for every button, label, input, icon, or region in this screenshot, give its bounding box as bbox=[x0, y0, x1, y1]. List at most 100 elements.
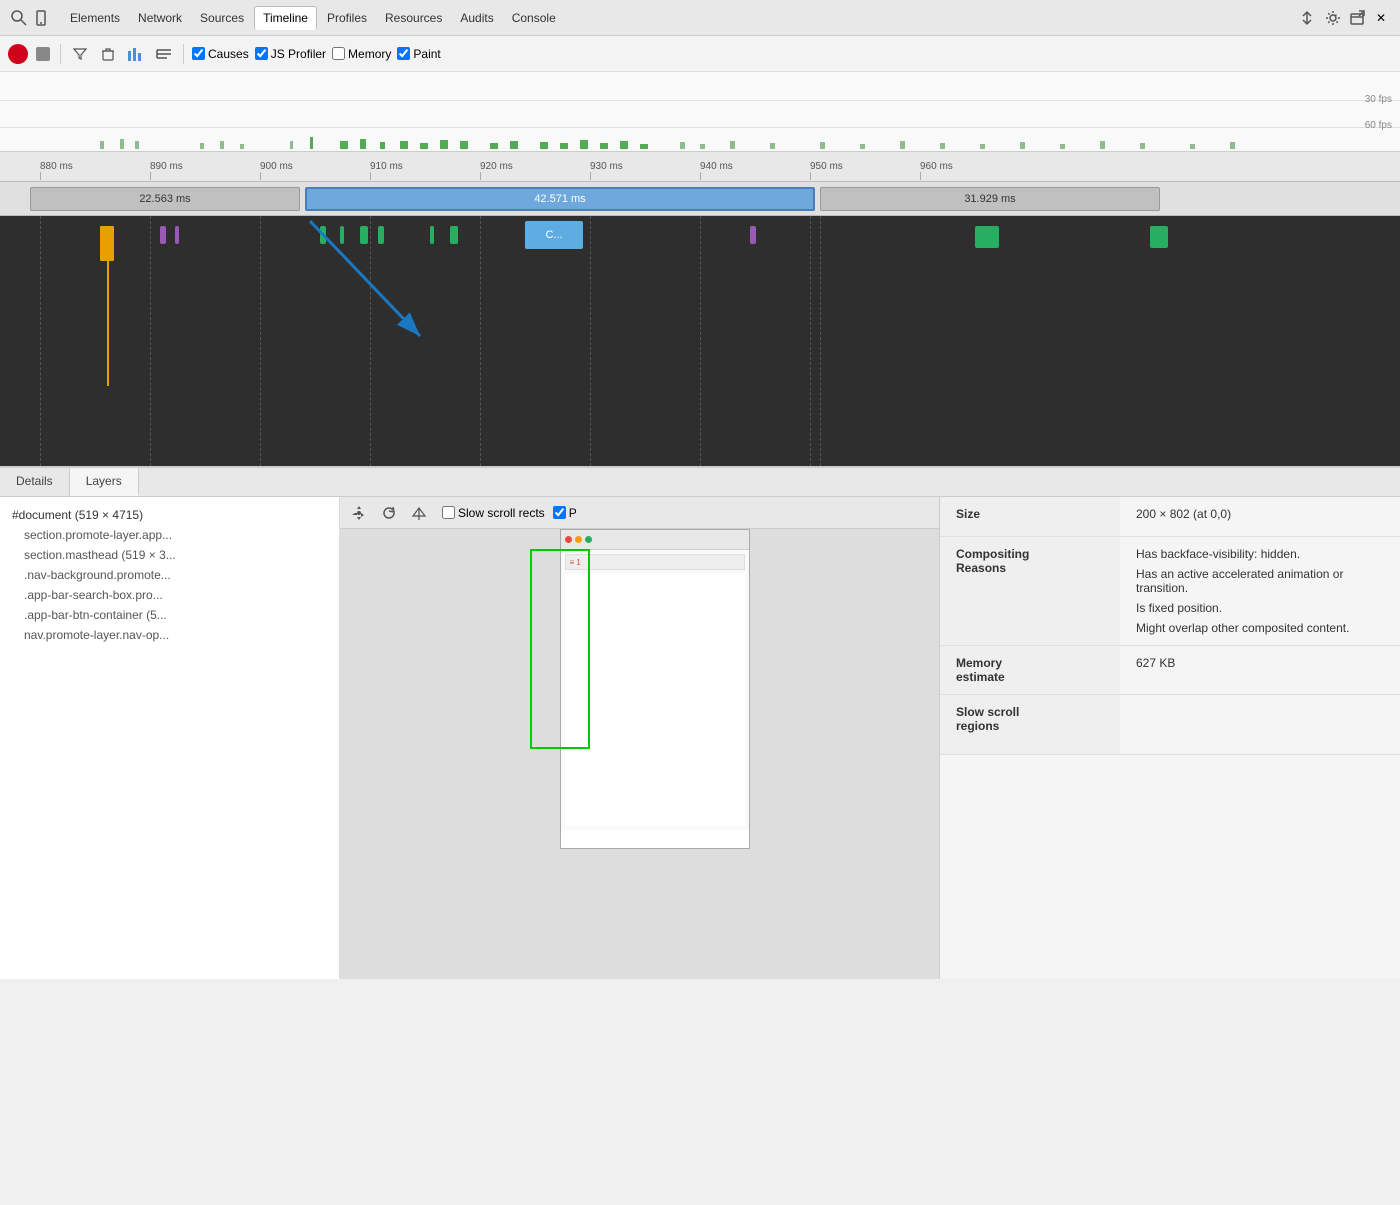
flame-green-3[interactable] bbox=[360, 226, 368, 244]
frame-bar-3[interactable]: 31.929 ms bbox=[820, 187, 1160, 211]
fps-bar bbox=[980, 144, 985, 149]
panel-tabs: Details Layers bbox=[0, 468, 1400, 497]
menu-network[interactable]: Network bbox=[130, 7, 190, 29]
3d-icon[interactable] bbox=[408, 502, 430, 524]
tree-item-document[interactable]: #document (519 × 4715) bbox=[0, 505, 339, 525]
compositing-reason-3: Is fixed position. bbox=[1136, 601, 1384, 615]
fps-bar bbox=[360, 139, 366, 149]
fps-bar bbox=[730, 141, 735, 149]
fps-bar bbox=[540, 142, 548, 149]
causes-checkbox[interactable]: Causes bbox=[192, 47, 249, 61]
fps-bar bbox=[120, 139, 124, 149]
settings-icon[interactable] bbox=[1324, 9, 1342, 27]
js-profiler-checkbox[interactable]: JS Profiler bbox=[255, 47, 326, 61]
info-slow-scroll-label: Slow scroll regions bbox=[940, 695, 1120, 754]
layers-panel: #document (519 × 4715) section.promote-l… bbox=[0, 497, 1400, 979]
tree-item-1[interactable]: section.promote-layer.app... bbox=[0, 525, 339, 545]
flame-purple-3[interactable] bbox=[750, 226, 756, 244]
toolbar-separator bbox=[60, 44, 61, 64]
causes-input[interactable] bbox=[192, 47, 205, 60]
slow-scroll-checkbox[interactable]: Slow scroll rects bbox=[442, 506, 545, 520]
tree-item-3[interactable]: .nav-background.promote... bbox=[0, 565, 339, 585]
p-input[interactable] bbox=[553, 506, 566, 519]
fps-bar bbox=[1060, 144, 1065, 149]
expand-icon[interactable] bbox=[1300, 9, 1318, 27]
info-memory-label: Memory estimate bbox=[940, 646, 1120, 694]
flame-composite[interactable]: C... bbox=[525, 221, 583, 249]
frame-bar-2[interactable]: 42.571 ms bbox=[305, 187, 815, 211]
tick bbox=[590, 172, 591, 180]
info-size-label: Size bbox=[940, 497, 1120, 536]
flame-purple-1[interactable] bbox=[160, 226, 166, 244]
flame-green-2[interactable] bbox=[340, 226, 344, 244]
flame-green-4[interactable] bbox=[378, 226, 384, 244]
tree-item-5[interactable]: .app-bar-btn-container (5... bbox=[0, 605, 339, 625]
menu-resources[interactable]: Resources bbox=[377, 7, 450, 29]
flame-chart: C... bbox=[0, 216, 1400, 466]
frame-bar-1[interactable]: 22.563 ms bbox=[30, 187, 300, 211]
record-button[interactable] bbox=[8, 44, 28, 64]
menu-audits[interactable]: Audits bbox=[452, 7, 501, 29]
tab-details[interactable]: Details bbox=[0, 468, 70, 496]
canvas-toolbar: Slow scroll rects P bbox=[340, 497, 939, 529]
menu-profiles[interactable]: Profiles bbox=[319, 7, 375, 29]
tab-layers[interactable]: Layers bbox=[70, 468, 139, 496]
slow-scroll-input[interactable] bbox=[442, 506, 455, 519]
tree-item-4[interactable]: .app-bar-search-box.pro... bbox=[0, 585, 339, 605]
fps-bar bbox=[700, 144, 705, 149]
bar-chart-icon[interactable] bbox=[127, 45, 145, 63]
grid-line bbox=[700, 216, 701, 466]
flame-purple-2[interactable] bbox=[175, 226, 179, 244]
fps-bar bbox=[600, 143, 608, 149]
tree-item-6[interactable]: nav.promote-layer.nav-op... bbox=[0, 625, 339, 645]
menu-icons bbox=[8, 9, 52, 27]
undock-icon[interactable] bbox=[1348, 9, 1366, 27]
ruler-label-930: 930 ms bbox=[590, 161, 623, 172]
info-compositing-row: Compositing Reasons Has backface-visibil… bbox=[940, 537, 1400, 646]
flame-green-far[interactable] bbox=[975, 226, 999, 248]
filter-icon[interactable] bbox=[71, 45, 89, 63]
fps-bar bbox=[770, 143, 775, 149]
fps-bar bbox=[310, 137, 313, 149]
js-profiler-input[interactable] bbox=[255, 47, 268, 60]
fps-30-line bbox=[0, 100, 1400, 101]
mobile-icon[interactable] bbox=[32, 9, 50, 27]
search-icon[interactable] bbox=[10, 9, 28, 27]
bottom-panel: Details Layers #document (519 × 4715) se… bbox=[0, 466, 1400, 979]
memory-checkbox[interactable]: Memory bbox=[332, 47, 391, 61]
menu-sources[interactable]: Sources bbox=[192, 7, 252, 29]
menu-console[interactable]: Console bbox=[504, 7, 564, 29]
ruler-label-960: 960 ms bbox=[920, 161, 953, 172]
flame-green-1[interactable] bbox=[320, 226, 326, 244]
rotate-icon[interactable] bbox=[378, 502, 400, 524]
flame-green-5[interactable] bbox=[430, 226, 434, 244]
toolbar-separator-2 bbox=[183, 44, 184, 64]
fps-bar bbox=[940, 143, 945, 149]
pan-icon[interactable] bbox=[348, 502, 370, 524]
grid-line bbox=[820, 216, 821, 466]
paint-label: Paint bbox=[413, 47, 440, 61]
tick bbox=[40, 172, 41, 180]
stop-button[interactable] bbox=[36, 47, 50, 61]
close-icon[interactable]: ✕ bbox=[1372, 9, 1390, 27]
tree-item-2[interactable]: section.masthead (519 × 3... bbox=[0, 545, 339, 565]
trash-icon[interactable] bbox=[99, 45, 117, 63]
compositing-reason-2: Has an active accelerated animation or t… bbox=[1136, 567, 1384, 595]
causes-label: Causes bbox=[208, 47, 249, 61]
menu-elements[interactable]: Elements bbox=[62, 7, 128, 29]
grid-line bbox=[150, 216, 151, 466]
paint-input[interactable] bbox=[397, 47, 410, 60]
paint-checkbox[interactable]: Paint bbox=[397, 47, 440, 61]
menu-timeline[interactable]: Timeline bbox=[254, 6, 317, 30]
fps-bar bbox=[560, 143, 568, 149]
fps-bar bbox=[420, 143, 428, 149]
fps-bar bbox=[1140, 143, 1145, 149]
flame-green-6[interactable] bbox=[450, 226, 458, 244]
flame-green-far-2[interactable] bbox=[1150, 226, 1168, 248]
fps-bar bbox=[620, 141, 628, 149]
p-checkbox[interactable]: P bbox=[553, 506, 577, 520]
memory-input[interactable] bbox=[332, 47, 345, 60]
grid-line bbox=[590, 216, 591, 466]
flame-chart-icon[interactable] bbox=[155, 45, 173, 63]
fps-bar bbox=[220, 141, 224, 149]
